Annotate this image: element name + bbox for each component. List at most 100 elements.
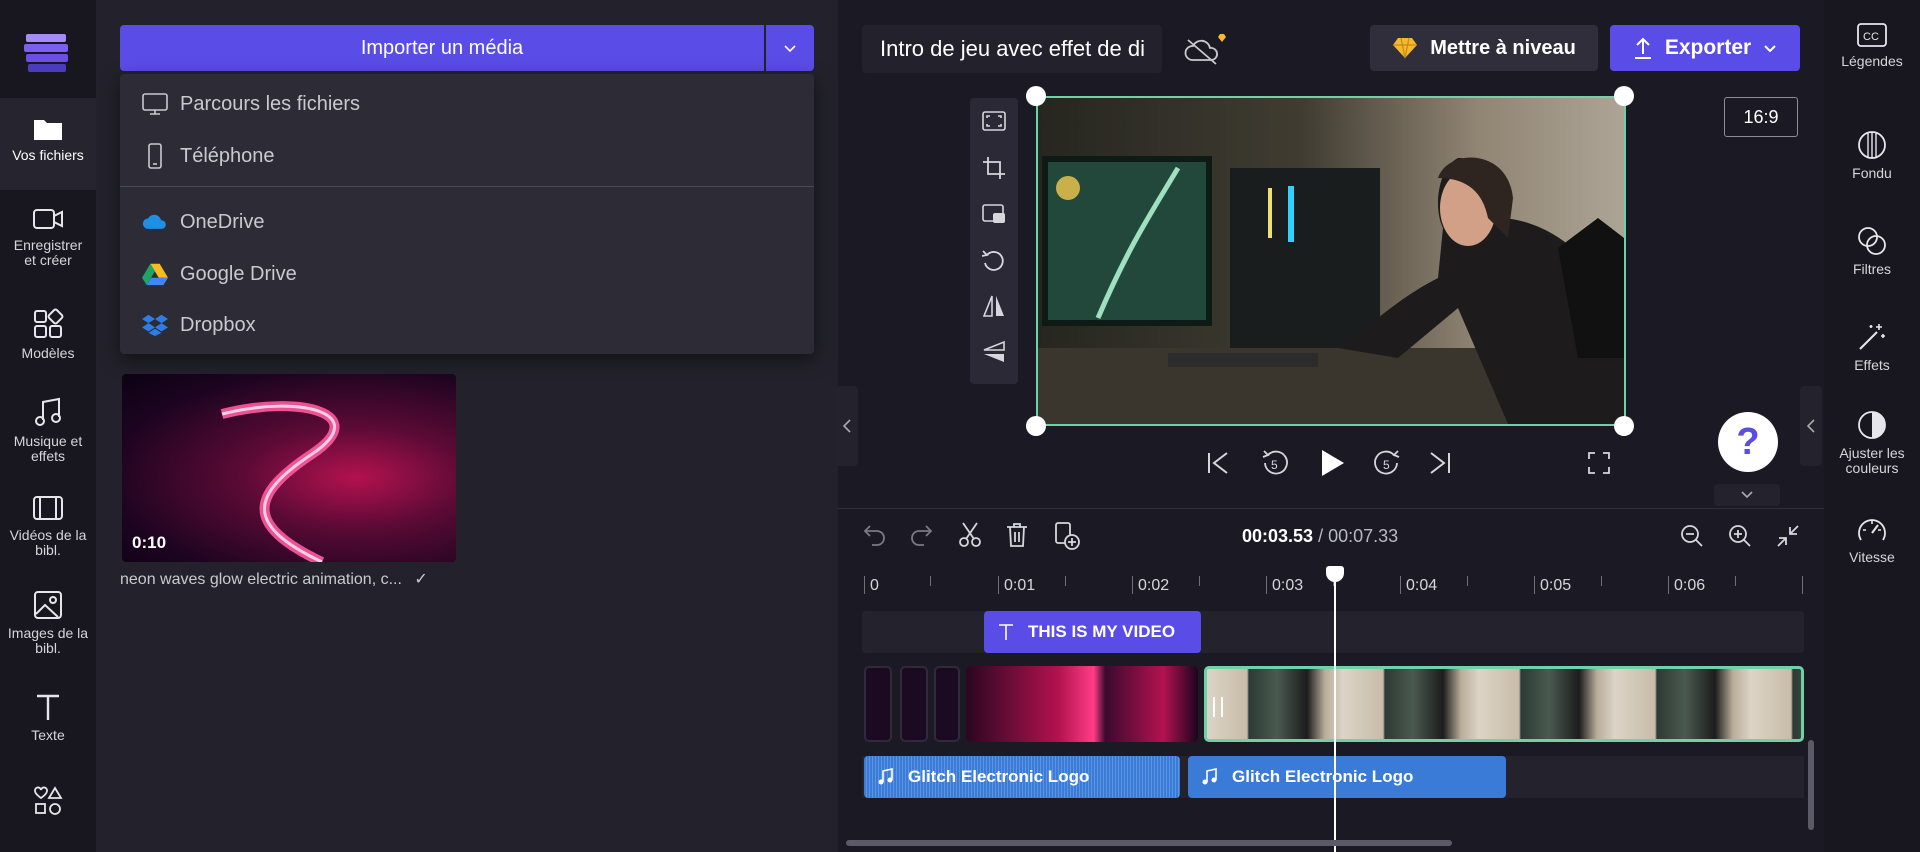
- trim-handle[interactable]: [1213, 697, 1223, 717]
- zoom-in-icon[interactable]: [1728, 524, 1752, 548]
- video-clip-neon-waves[interactable]: [966, 666, 1198, 742]
- flip-horizontal-icon[interactable]: [982, 294, 1006, 318]
- rewind-5-icon[interactable]: 5: [1260, 448, 1290, 478]
- crop-icon[interactable]: [982, 156, 1006, 180]
- collapse-timeline-button[interactable]: [1714, 484, 1780, 506]
- fit-icon[interactable]: [982, 110, 1006, 132]
- menu-item-phone[interactable]: Téléphone: [120, 131, 814, 181]
- upgrade-button[interactable]: Mettre à niveau: [1370, 25, 1598, 71]
- rail-fade[interactable]: Fondu: [1824, 130, 1920, 181]
- menu-item-onedrive[interactable]: OneDrive: [120, 197, 814, 247]
- export-label: Exporter: [1664, 36, 1752, 59]
- asset-added-check-icon: ✓: [414, 571, 428, 588]
- resize-handle-bottom-left[interactable]: [1026, 416, 1046, 436]
- resize-handle-top-left[interactable]: [1026, 86, 1046, 106]
- play-icon[interactable]: [1318, 448, 1346, 478]
- delete-icon[interactable]: [1006, 522, 1028, 548]
- filters-icon: [1857, 226, 1887, 256]
- resize-handle-bottom-right[interactable]: [1614, 416, 1634, 436]
- video-clip-fragment[interactable]: [934, 666, 960, 742]
- audio-clip-label: Glitch Electronic Logo: [908, 767, 1090, 786]
- asset-name: neon waves glow electric animation, c...…: [120, 569, 428, 589]
- skip-to-start-icon[interactable]: [1206, 450, 1230, 476]
- menu-item-label: Dropbox: [180, 313, 256, 336]
- zoom-out-icon[interactable]: [1680, 524, 1704, 548]
- menu-item-dropbox[interactable]: Dropbox: [120, 300, 814, 350]
- rotate-icon[interactable]: [982, 248, 1006, 274]
- audio-clip[interactable]: Glitch Electronic Logo: [864, 756, 1180, 798]
- rail-label: Ajuster les couleurs: [1839, 445, 1905, 476]
- nav-record-create[interactable]: Enregistrer et créer: [0, 206, 96, 288]
- ruler-label: 0:03: [1272, 577, 1304, 594]
- video-clip-gaming[interactable]: [1204, 666, 1804, 742]
- media-asset-thumbnail[interactable]: [122, 374, 456, 562]
- audio-clip[interactable]: Glitch Electronic Logo: [1188, 756, 1506, 798]
- nav-text[interactable]: Texte: [0, 692, 96, 752]
- nav-your-files[interactable]: Vos fichiers: [0, 98, 96, 190]
- menu-item-label: Parcours les fichiers: [180, 92, 361, 115]
- timeline-horizontal-scrollbar[interactable]: [846, 840, 1452, 846]
- aspect-ratio-button[interactable]: 16:9: [1724, 97, 1798, 137]
- svg-text:5: 5: [1271, 458, 1278, 472]
- rail-filters[interactable]: Filtres: [1824, 226, 1920, 277]
- ruler-label: 0:05: [1540, 577, 1572, 594]
- undo-icon[interactable]: [862, 524, 886, 546]
- video-clip-fragment[interactable]: [864, 666, 892, 742]
- menu-item-browse-files[interactable]: Parcours les fichiers: [120, 79, 814, 129]
- nav-label: Modèles: [21, 345, 75, 361]
- export-button[interactable]: Exporter: [1610, 25, 1800, 71]
- picture-in-picture-icon[interactable]: [982, 202, 1006, 226]
- redo-icon[interactable]: [910, 524, 934, 546]
- text-clip-label: THIS IS MY VIDEO: [1028, 622, 1176, 641]
- nav-stock-videos[interactable]: Vidéos de la bibl.: [0, 494, 96, 572]
- rail-captions[interactable]: CC Légendes: [1824, 22, 1920, 69]
- phone-icon: [142, 143, 168, 169]
- nav-templates[interactable]: Modèles: [0, 308, 96, 372]
- rail-label: Vitesse: [1849, 549, 1895, 565]
- rail-speed[interactable]: Vitesse: [1824, 516, 1920, 565]
- onedrive-icon: [142, 212, 168, 232]
- folder-icon: [32, 116, 64, 142]
- fullscreen-icon[interactable]: [1588, 452, 1610, 474]
- menu-item-label: Téléphone: [180, 144, 275, 167]
- ruler-label: 0:04: [1406, 577, 1438, 594]
- video-clip-fragment[interactable]: [900, 666, 928, 742]
- video-preview-canvas[interactable]: [1036, 96, 1626, 426]
- ruler-label: 0:02: [1138, 577, 1170, 594]
- collapse-properties-panel-button[interactable]: [1800, 386, 1822, 466]
- rail-effects[interactable]: Effets: [1824, 322, 1920, 373]
- playhead[interactable]: [1326, 566, 1344, 852]
- resize-handle-top-right[interactable]: [1614, 86, 1634, 106]
- rail-adjust-colors[interactable]: Ajuster les couleurs: [1824, 410, 1920, 476]
- skip-to-end-icon[interactable]: [1428, 450, 1452, 476]
- nav-graphics[interactable]: [0, 786, 96, 826]
- project-title-input[interactable]: Intro de jeu avec effet de di: [862, 25, 1162, 73]
- monitor-icon: [142, 92, 168, 116]
- dropbox-icon: [142, 313, 168, 337]
- nav-stock-images[interactable]: Images de la bibl.: [0, 590, 96, 670]
- timeline-vertical-scrollbar[interactable]: [1808, 740, 1814, 830]
- help-button[interactable]: ?: [1718, 412, 1778, 472]
- import-media-button[interactable]: Importer un média: [120, 25, 764, 71]
- text-icon: [34, 692, 62, 722]
- chevron-down-icon: [1763, 43, 1777, 53]
- nav-label: Texte: [31, 727, 65, 743]
- text-clip[interactable]: THIS IS MY VIDEO: [984, 611, 1201, 653]
- cloud-sync-off-icon[interactable]: [1182, 30, 1230, 66]
- scissors-icon[interactable]: [958, 522, 982, 548]
- svg-text:CC: CC: [1863, 31, 1879, 43]
- fit-timeline-icon[interactable]: [1776, 524, 1800, 548]
- ruler-label: 0: [870, 577, 879, 594]
- nav-music-effects[interactable]: Musique et effets: [0, 396, 96, 474]
- rail-label: Légendes: [1841, 53, 1903, 69]
- flip-vertical-icon[interactable]: [982, 340, 1006, 364]
- film-icon: [32, 494, 64, 522]
- upload-icon: [1633, 36, 1653, 60]
- collapse-media-panel-button[interactable]: [836, 386, 858, 466]
- add-to-timeline-icon[interactable]: [1054, 522, 1080, 550]
- forward-5-icon[interactable]: 5: [1372, 448, 1402, 478]
- nav-label: Images de la bibl.: [7, 625, 89, 656]
- import-options-button[interactable]: [766, 25, 814, 71]
- menu-item-google-drive[interactable]: Google Drive: [120, 249, 814, 299]
- menu-item-label: OneDrive: [180, 210, 265, 233]
